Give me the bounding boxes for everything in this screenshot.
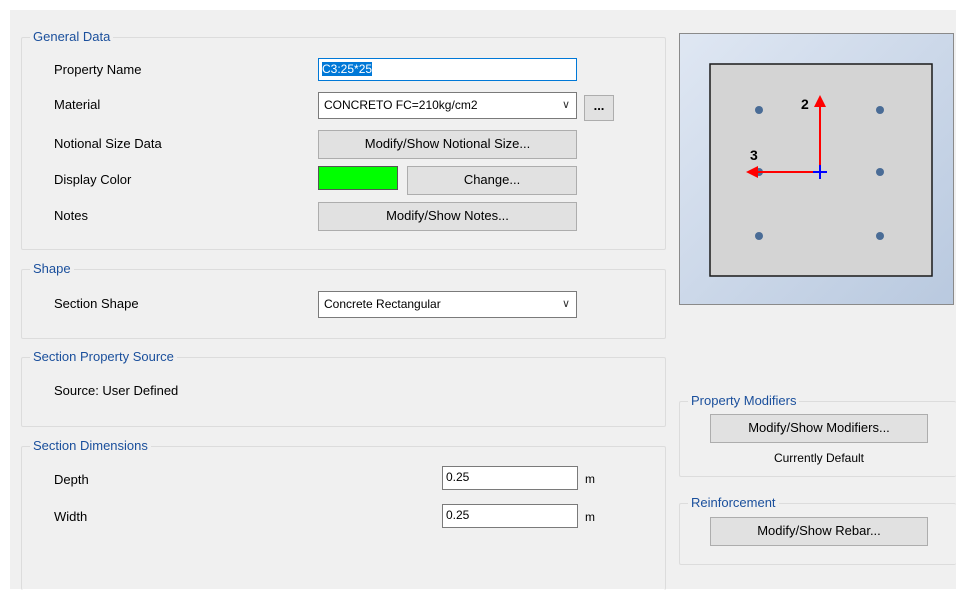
material-select[interactable]: CONCRETO FC=210kg/cm2 ∨ (318, 92, 577, 119)
depth-label: Depth (54, 472, 89, 487)
property-modifiers-title: Property Modifiers (688, 393, 800, 409)
chevron-down-icon: ∨ (561, 298, 570, 310)
display-color-label: Display Color (54, 172, 132, 187)
section-shape-label: Section Shape (54, 296, 139, 311)
modify-modifiers-button[interactable]: Modify/Show Modifiers... (710, 414, 928, 443)
notional-size-button[interactable]: Modify/Show Notional Size... (318, 130, 577, 159)
depth-unit: m (585, 472, 595, 486)
display-color-swatch[interactable] (318, 166, 398, 190)
modifiers-status: Currently Default (773, 451, 865, 465)
section-dimensions-title: Section Dimensions (30, 438, 151, 454)
section-property-source-title: Section Property Source (30, 349, 177, 365)
depth-input[interactable]: 0.25 (442, 466, 578, 490)
material-more-button[interactable]: ... (584, 95, 614, 121)
property-name-input[interactable]: C3:25*25 (318, 58, 577, 81)
chevron-down-icon: ∨ (561, 99, 570, 111)
change-color-button[interactable]: Change... (407, 166, 577, 195)
notes-button[interactable]: Modify/Show Notes... (318, 202, 577, 231)
material-label: Material (54, 97, 101, 112)
width-input[interactable]: 0.25 (442, 504, 578, 528)
general-data-title: General Data (30, 29, 114, 45)
width-label: Width (54, 509, 88, 524)
property-name-label: Property Name (54, 62, 142, 77)
width-unit: m (585, 510, 595, 524)
section-preview: 2 3 (679, 33, 954, 305)
shape-title: Shape (30, 261, 74, 277)
reinforcement-title: Reinforcement (688, 495, 779, 511)
notes-label: Notes (54, 208, 88, 223)
notional-size-label: Notional Size Data (54, 136, 162, 151)
source-text: Source: User Defined (54, 383, 179, 398)
axis-2-label: 2 (801, 96, 809, 112)
axis-3-label: 3 (750, 147, 758, 163)
modify-rebar-button[interactable]: Modify/Show Rebar... (710, 517, 928, 546)
section-shape-select[interactable]: Concrete Rectangular ∨ (318, 291, 577, 318)
